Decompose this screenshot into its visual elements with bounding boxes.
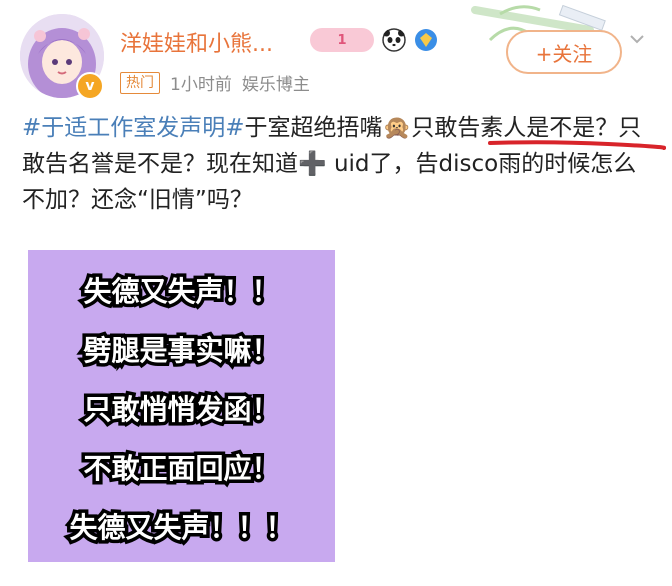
follow-button[interactable]: +关注 bbox=[506, 30, 622, 74]
image-text-line: 不敢正面回应！ bbox=[80, 449, 283, 489]
plus-emoji-icon: ➕ bbox=[298, 151, 327, 177]
red-underline-mark bbox=[488, 140, 666, 150]
post-body: #于适工作室发声明#于室超绝捂嘴🙊只敢告素人是不是？只敢告名誉是不是？现在知道➕… bbox=[22, 110, 652, 218]
vip-badge-level: 1 bbox=[337, 32, 347, 48]
post-text-segment: 于室超绝捂嘴 bbox=[244, 115, 383, 141]
verified-v-icon: v bbox=[76, 72, 104, 100]
post-meta: 热门 1小时前 娱乐博主 bbox=[120, 70, 310, 95]
diamond-badge-icon bbox=[415, 29, 437, 51]
monkey-emoji-icon: 🙊 bbox=[382, 115, 412, 141]
image-text-line: 失德又失声！！！ bbox=[66, 508, 297, 548]
user-badges: 1 bbox=[310, 28, 438, 52]
username[interactable]: 洋娃娃和小熊... bbox=[120, 26, 273, 58]
user-category: 娱乐博主 bbox=[241, 75, 310, 95]
panda-icon bbox=[382, 28, 406, 52]
hot-tag[interactable]: 热门 bbox=[120, 71, 160, 94]
post-image[interactable]: 失德又失声！！ 劈腿是事实嘛！ 只敢悄悄发函！ 不敢正面回应！ 失德又失声！！！ bbox=[28, 250, 335, 562]
image-text-line: 失德又失声！！ bbox=[80, 272, 283, 312]
image-text-line: 只敢悄悄发函！ bbox=[80, 390, 283, 430]
chevron-down-icon[interactable] bbox=[626, 28, 648, 56]
image-text-line: 劈腿是事实嘛！ bbox=[80, 331, 283, 371]
post-time: 1小时前 bbox=[170, 75, 232, 95]
vip-badge-icon[interactable]: 1 bbox=[310, 28, 374, 52]
hashtag-link[interactable]: #于适工作室发声明# bbox=[22, 115, 245, 141]
